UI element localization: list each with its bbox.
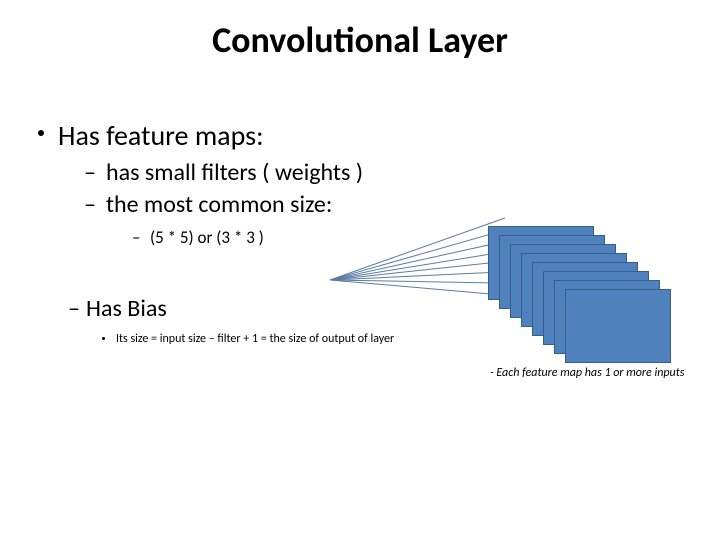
feature-map-card [565, 289, 671, 363]
sub-text: the most common size: [106, 190, 332, 219]
caption-feature-map: - Each feature map has 1 or more inputs [490, 366, 684, 380]
dash-icon: – [84, 158, 96, 187]
subsub-text: (5 * 5) or (3 * 3 ) [150, 227, 264, 248]
subsub-sizes: – (5 * 5) or (3 * 3 ) [150, 227, 264, 248]
bias-text: Has Bias [86, 294, 167, 323]
bullet-feature-maps: Has feature maps: [58, 118, 264, 153]
dash-icon: – [84, 190, 96, 219]
dash-icon: – [68, 294, 80, 323]
sub-common-size: – the most common size: [106, 190, 332, 219]
bullet-has-bias: – Has Bias [86, 294, 167, 323]
feature-map-stack [488, 226, 688, 356]
sub-text: has small filters ( weights ) [106, 158, 363, 187]
dash-icon: – [132, 227, 140, 248]
bullet-text: Has feature maps: [58, 118, 264, 153]
slide-title: Convolutional Layer [0, 18, 720, 62]
bullet-dot-icon [102, 337, 105, 340]
bullet-dot-icon [38, 130, 44, 136]
sub-filters: – has small filters ( weights ) [106, 158, 363, 187]
slide: Convolutional Layer Has feature maps: – … [0, 0, 720, 540]
